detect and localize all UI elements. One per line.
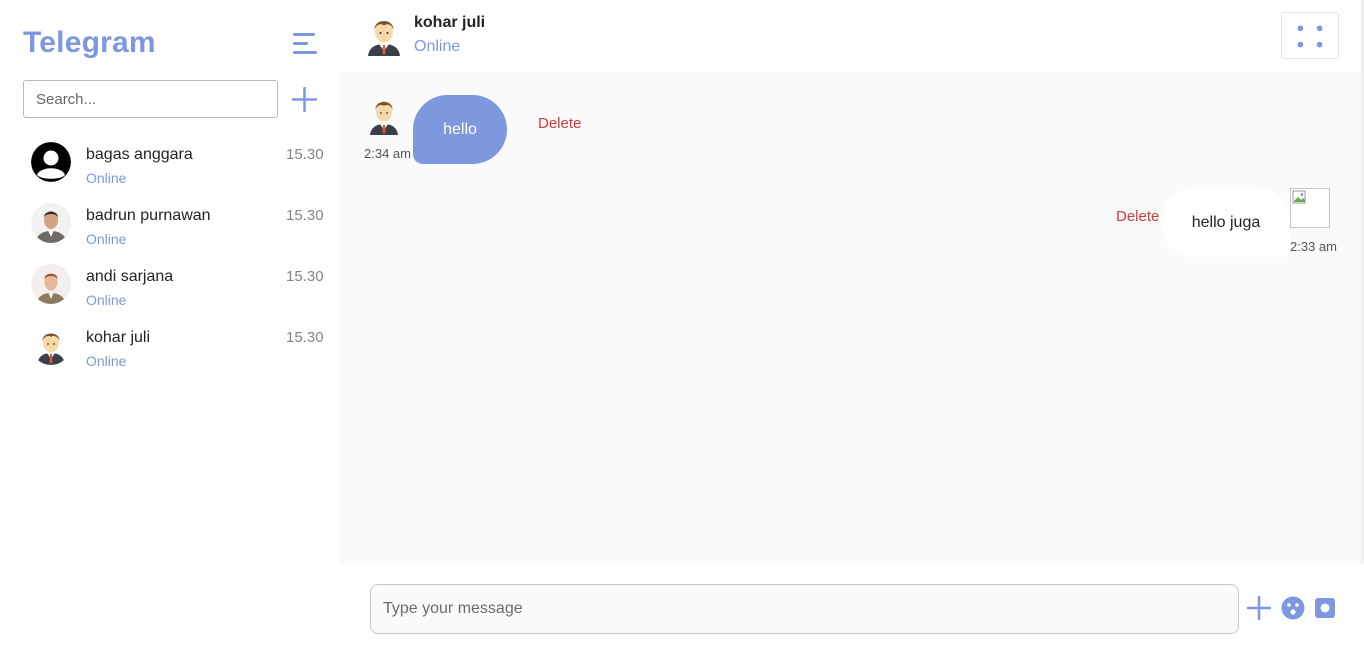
menu-icon[interactable] bbox=[293, 33, 321, 57]
plus-icon[interactable] bbox=[1247, 596, 1271, 620]
composer bbox=[340, 564, 1364, 653]
contact-status: Online bbox=[86, 231, 127, 247]
contact-time: 15.30 bbox=[286, 329, 324, 346]
chat-contact-status: Online bbox=[414, 38, 461, 55]
message-input[interactable] bbox=[370, 584, 1239, 634]
delete-message-button[interactable]: Delete bbox=[1116, 208, 1159, 225]
contact-time: 15.30 bbox=[286, 207, 324, 224]
contact-name: badrun purnawan bbox=[86, 207, 211, 224]
contact-item[interactable]: badrun purnawan Online 15.30 bbox=[0, 199, 340, 260]
contact-name: bagas anggara bbox=[86, 146, 193, 163]
broken-image-avatar bbox=[1290, 188, 1330, 228]
sidebar: Telegram bagas anggara Online 15.30 bbox=[0, 0, 340, 653]
chat-header: kohar juli Online bbox=[340, 0, 1364, 72]
contact-time: 15.30 bbox=[286, 146, 324, 163]
man-photo-avatar bbox=[31, 203, 71, 243]
message-time: 2:33 am bbox=[1290, 239, 1337, 254]
grid-dots-icon[interactable] bbox=[1281, 12, 1339, 59]
contact-list: bagas anggara Online 15.30 badrun purnaw… bbox=[0, 138, 340, 382]
chat-contact-name: kohar juli bbox=[414, 14, 486, 31]
contact-status: Online bbox=[86, 170, 127, 186]
contact-status: Online bbox=[86, 353, 127, 369]
cartoon-businessman-avatar bbox=[37, 333, 65, 365]
contact-item[interactable]: kohar juli Online 15.30 bbox=[0, 321, 340, 382]
cartoon-businessman-avatar[interactable] bbox=[366, 14, 402, 56]
message-bubble-sent: hello juga bbox=[1161, 188, 1291, 257]
contact-name: andi sarjana bbox=[86, 268, 174, 285]
silhouette-avatar bbox=[31, 142, 71, 182]
contact-item[interactable]: andi sarjana Online 15.30 bbox=[0, 260, 340, 321]
telegram-app: Telegram bagas anggara Online 15.30 bbox=[0, 0, 1364, 653]
message-time: 2:34 am bbox=[364, 146, 411, 161]
delete-message-button[interactable]: Delete bbox=[538, 115, 581, 132]
message-bubble-received: hello bbox=[413, 95, 507, 164]
cartoon-businessman-avatar bbox=[370, 101, 398, 135]
contact-status: Online bbox=[86, 292, 127, 308]
message-area: hello 2:34 am Delete Delete hello juga 2… bbox=[340, 72, 1364, 564]
search-input[interactable] bbox=[23, 80, 278, 118]
contact-item[interactable]: bagas anggara Online 15.30 bbox=[0, 138, 340, 199]
emoji-icon[interactable] bbox=[1281, 596, 1305, 620]
contact-time: 15.30 bbox=[286, 268, 324, 285]
plus-icon[interactable] bbox=[292, 87, 317, 112]
camera-icon[interactable] bbox=[1313, 596, 1337, 620]
chat-panel: kohar juli Online hello 2:34 am Delete D bbox=[340, 0, 1364, 653]
contact-name: kohar juli bbox=[86, 329, 151, 346]
brand-title: Telegram bbox=[23, 26, 156, 59]
man-photo-avatar bbox=[31, 264, 71, 304]
